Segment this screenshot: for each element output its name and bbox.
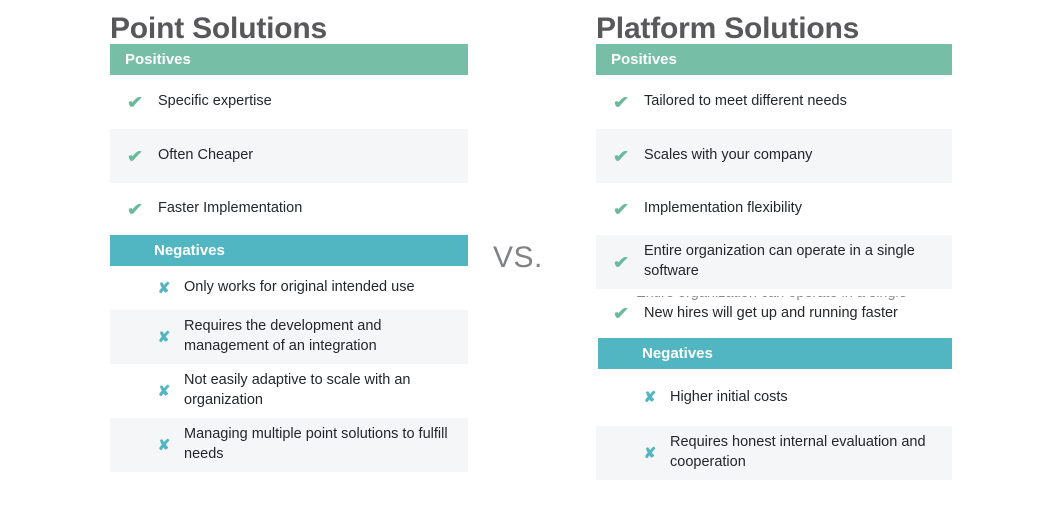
list-item-label: Implementation flexibility bbox=[644, 200, 802, 217]
list-item-label: Requires the development and management … bbox=[184, 318, 382, 354]
column-point-solutions: Point Solutions Positives ✔ Specific exp… bbox=[110, 0, 468, 472]
list-item: ✘ Requires the development and managemen… bbox=[110, 310, 468, 364]
list-item: ✔ Implementation flexibility bbox=[596, 183, 952, 235]
list-item-label: Scales with your company bbox=[644, 147, 813, 164]
versus-divider: VS. bbox=[493, 241, 543, 274]
page-title-platform-solutions: Platform Solutions bbox=[596, 12, 860, 45]
list-item-label: Entire organization can operate in a sin… bbox=[644, 243, 915, 279]
list-item: ✔ Faster Implementation bbox=[110, 183, 468, 235]
list-item: ✘ Only works for original intended use bbox=[110, 266, 468, 310]
negatives-list-right: ✘ Higher initial costs ✘ Requires honest… bbox=[596, 369, 952, 480]
list-item: ✔ Scales with your company bbox=[596, 129, 952, 183]
section-header-positives-left: Positives bbox=[110, 44, 468, 75]
check-icon: ✔ bbox=[612, 199, 630, 219]
list-item-label: Tailored to meet different needs bbox=[644, 93, 847, 110]
positives-list-left: ✔ Specific expertise ✔ Often Cheaper ✔ F… bbox=[110, 75, 468, 235]
list-item-label: Only works for original intended use bbox=[184, 279, 415, 296]
list-item-label: Specific expertise bbox=[158, 93, 272, 110]
cross-icon: ✘ bbox=[157, 328, 171, 346]
check-icon: ✔ bbox=[612, 252, 630, 272]
list-item: ✘ Not easily adaptive to scale with an o… bbox=[110, 364, 468, 418]
check-icon: ✔ bbox=[126, 146, 144, 166]
list-item: ✔ Entire organization can operate in a s… bbox=[596, 235, 952, 289]
check-icon: ✔ bbox=[612, 304, 630, 323]
comparison-infographic: Point Solutions Positives ✔ Specific exp… bbox=[0, 0, 1063, 518]
list-item: ✘ Higher initial costs bbox=[596, 369, 952, 426]
ghost-text: Entire organization can operate in a sin… bbox=[636, 296, 916, 304]
check-icon: ✔ bbox=[612, 92, 630, 112]
column-platform-solutions: Platform Solutions Positives ✔ Tailored … bbox=[596, 0, 952, 480]
list-item-label: Managing multiple point solutions to ful… bbox=[184, 426, 448, 462]
check-icon: ✔ bbox=[612, 146, 630, 166]
negatives-list-left: ✘ Only works for original intended use ✘… bbox=[110, 266, 468, 472]
check-icon: ✔ bbox=[126, 92, 144, 112]
cross-icon: ✘ bbox=[643, 389, 657, 406]
page-title-point-solutions: Point Solutions bbox=[110, 12, 327, 45]
list-item: ✔ Specific expertise bbox=[110, 75, 468, 129]
check-icon: ✔ bbox=[126, 199, 144, 219]
cross-icon: ✘ bbox=[157, 279, 171, 297]
section-header-positives-right: Positives bbox=[596, 44, 952, 75]
list-item-label: Not easily adaptive to scale with an org… bbox=[184, 372, 411, 408]
cross-icon: ✘ bbox=[157, 436, 171, 454]
list-item-label: Faster Implementation bbox=[158, 200, 303, 217]
render-artifact-ghost-text: Entire organization can operate in a sin… bbox=[636, 296, 916, 304]
section-header-negatives-left: Negatives bbox=[110, 235, 468, 266]
list-item-label: Requires honest internal evaluation and … bbox=[670, 434, 926, 470]
list-item: ✔ Tailored to meet different needs bbox=[596, 75, 952, 129]
list-item: ✔ Often Cheaper bbox=[110, 129, 468, 183]
section-header-negatives-right: Negatives bbox=[598, 338, 952, 369]
list-item: ✘ Requires honest internal evaluation an… bbox=[596, 426, 952, 480]
cross-icon: ✘ bbox=[157, 382, 171, 400]
list-item-label: Higher initial costs bbox=[670, 388, 788, 405]
list-item: ✘ Managing multiple point solutions to f… bbox=[110, 418, 468, 472]
list-item-label: New hires will get up and running faster bbox=[644, 304, 898, 321]
list-item-label: Often Cheaper bbox=[158, 147, 254, 164]
cross-icon: ✘ bbox=[643, 444, 657, 462]
